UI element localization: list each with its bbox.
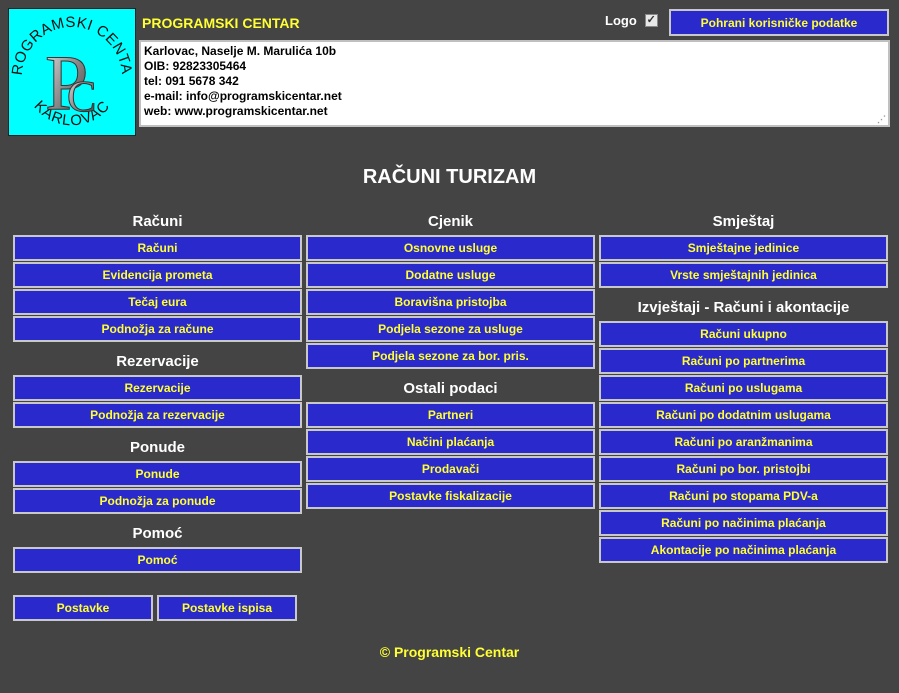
akontacije-po-nacinima-placanja-button[interactable]: Akontacije po načinima plaćanja — [599, 537, 888, 563]
section-heading-ostali-podaci: Ostali podaci — [403, 380, 498, 397]
racuni-ukupno-button[interactable]: Računi ukupno — [599, 321, 888, 347]
postavke-fiskalizacije-button[interactable]: Postavke fiskalizacije — [306, 483, 595, 509]
company-name: PROGRAMSKI CENTAR — [142, 15, 300, 31]
section-heading-racuni: Računi — [132, 213, 183, 230]
postavke-ispisa-button[interactable]: Postavke ispisa — [157, 595, 297, 621]
smjestajne-jedinice-button[interactable]: Smještajne jedinice — [599, 235, 888, 261]
racuni-po-nacinima-placanja-button[interactable]: Računi po načinima plaćanja — [599, 510, 888, 536]
racuni-button[interactable]: Računi — [13, 235, 302, 261]
section-heading-ponude: Ponude — [130, 439, 185, 456]
logo-checkbox[interactable]: ✓ — [644, 14, 658, 27]
section-heading-izvjestaji: Izvještaji - Računi i akontacije — [637, 299, 850, 316]
rezervacije-button[interactable]: Rezervacije — [13, 375, 302, 401]
page-title: RAČUNI TURIZAM — [362, 166, 537, 188]
section-heading-cjenik: Cjenik — [427, 213, 473, 230]
company-logo: PROGRAMSKI CENTAR KARLOVAC P C — [8, 8, 136, 136]
podjela-sezone-bor-pris-button[interactable]: Podjela sezone za bor. pris. — [306, 343, 595, 369]
podnozja-rezervacije-button[interactable]: Podnožja za rezervacije — [13, 402, 302, 428]
racuni-po-partnerima-button[interactable]: Računi po partnerima — [599, 348, 888, 374]
prodavaci-button[interactable]: Prodavači — [306, 456, 595, 482]
company-info-textarea[interactable]: Karlovac, Naselje M. Marulića 10b OIB: 9… — [139, 40, 890, 127]
podnozja-ponude-button[interactable]: Podnožja za ponude — [13, 488, 302, 514]
vrste-smjestajnih-jedinica-button[interactable]: Vrste smještajnih jedinica — [599, 262, 888, 288]
section-heading-smjestaj: Smještaj — [712, 213, 775, 230]
nacini-placanja-button[interactable]: Načini plaćanja — [306, 429, 595, 455]
podjela-sezone-usluge-button[interactable]: Podjela sezone za usluge — [306, 316, 595, 342]
dodatne-usluge-button[interactable]: Dodatne usluge — [306, 262, 595, 288]
resize-grip-icon[interactable]: ⋰ — [877, 115, 886, 124]
partneri-button[interactable]: Partneri — [306, 402, 595, 428]
section-heading-pomoc: Pomoć — [132, 525, 183, 542]
company-info-line: web: www.programskicentar.net — [144, 104, 328, 118]
company-info-line: e-mail: info@programskicentar.net — [144, 89, 342, 103]
save-user-data-button[interactable]: Pohrani korisničke podatke — [669, 9, 889, 36]
section-heading-rezervacije: Rezervacije — [116, 353, 199, 370]
company-info-line: Karlovac, Naselje M. Marulića 10b — [144, 44, 337, 58]
podnozja-racune-button[interactable]: Podnožja za račune — [13, 316, 302, 342]
racuni-po-aranzmanima-button[interactable]: Računi po aranžmanima — [599, 429, 888, 455]
evidencija-prometa-button[interactable]: Evidencija prometa — [13, 262, 302, 288]
racuni-po-stopama-pdv-button[interactable]: Računi po stopama PDV-a — [599, 483, 888, 509]
company-info-line: tel: 091 5678 342 — [144, 74, 239, 88]
racuni-po-uslugama-button[interactable]: Računi po uslugama — [599, 375, 888, 401]
logo-toggle[interactable]: Logo ✓ — [605, 13, 658, 28]
boravisna-pristojba-button[interactable]: Boravišna pristojba — [306, 289, 595, 315]
logo-letter-c: C — [67, 72, 96, 121]
racuni-po-dodatnim-uslugama-button[interactable]: Računi po dodatnim uslugama — [599, 402, 888, 428]
company-info-line: OIB: 92823305464 — [144, 59, 247, 73]
postavke-button[interactable]: Postavke — [13, 595, 153, 621]
osnovne-usluge-button[interactable]: Osnovne usluge — [306, 235, 595, 261]
footer-copyright: © Programski Centar — [379, 644, 520, 660]
racuni-po-bor-pristojbi-button[interactable]: Računi po bor. pristojbi — [599, 456, 888, 482]
tecaj-eura-button[interactable]: Tečaj eura — [13, 289, 302, 315]
pomoc-button[interactable]: Pomoć — [13, 547, 302, 573]
logo-toggle-label: Logo — [605, 13, 637, 28]
ponude-button[interactable]: Ponude — [13, 461, 302, 487]
